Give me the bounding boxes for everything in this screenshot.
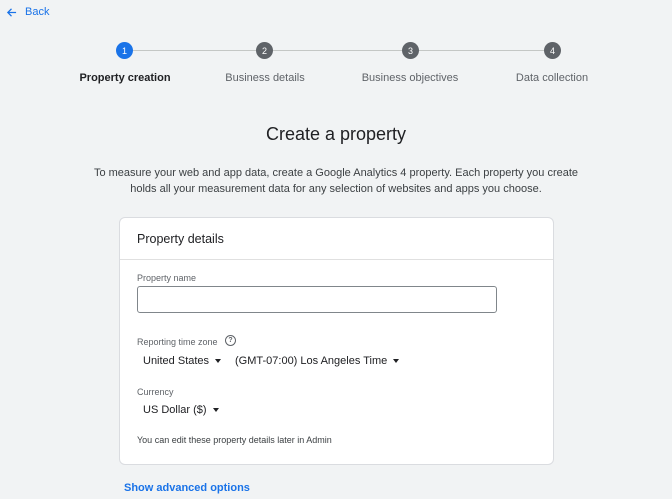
property-name-input[interactable] (137, 286, 497, 313)
page-description: To measure your web and app data, create… (93, 167, 579, 195)
step-connector (419, 50, 544, 51)
step-1-label: Property creation (79, 72, 171, 84)
step-4-indicator: 4 (544, 42, 561, 59)
step-1-indicator: 1 (116, 42, 133, 59)
card-title: Property details (120, 218, 553, 260)
edit-note: You can edit these property details late… (137, 435, 332, 445)
property-details-card: Property details Property name Reporting… (119, 217, 554, 465)
step-2-indicator: 2 (256, 42, 273, 59)
stepper: 1 2 3 4 Property creation Business detai… (0, 0, 672, 100)
caret-down-icon (212, 408, 219, 412)
step-4-label: Data collection (515, 72, 589, 84)
step-3-label: Business objectives (361, 72, 459, 84)
step-2-label: Business details (225, 72, 305, 84)
time-zone-select[interactable]: (GMT-07:00) Los Angeles Time (235, 355, 400, 367)
caret-down-icon (393, 359, 400, 363)
page-title: Create a property (265, 124, 407, 144)
show-advanced-options-link[interactable]: Show advanced options (124, 482, 250, 494)
property-name-label: Property name (137, 273, 197, 283)
step-3-indicator: 3 (402, 42, 419, 59)
currency-value: US Dollar ($) (143, 404, 207, 416)
help-circle-icon[interactable]: ? (225, 335, 236, 346)
country-select[interactable]: United States (143, 355, 222, 367)
currency-select[interactable]: US Dollar ($) (143, 404, 219, 416)
step-connector (133, 50, 256, 51)
time-zone-value: (GMT-07:00) Los Angeles Time (235, 355, 388, 367)
currency-label: Currency (137, 387, 174, 397)
country-value: United States (143, 355, 210, 367)
time-zone-label: Reporting time zone (137, 337, 218, 347)
caret-down-icon (215, 359, 222, 363)
step-connector (273, 50, 402, 51)
